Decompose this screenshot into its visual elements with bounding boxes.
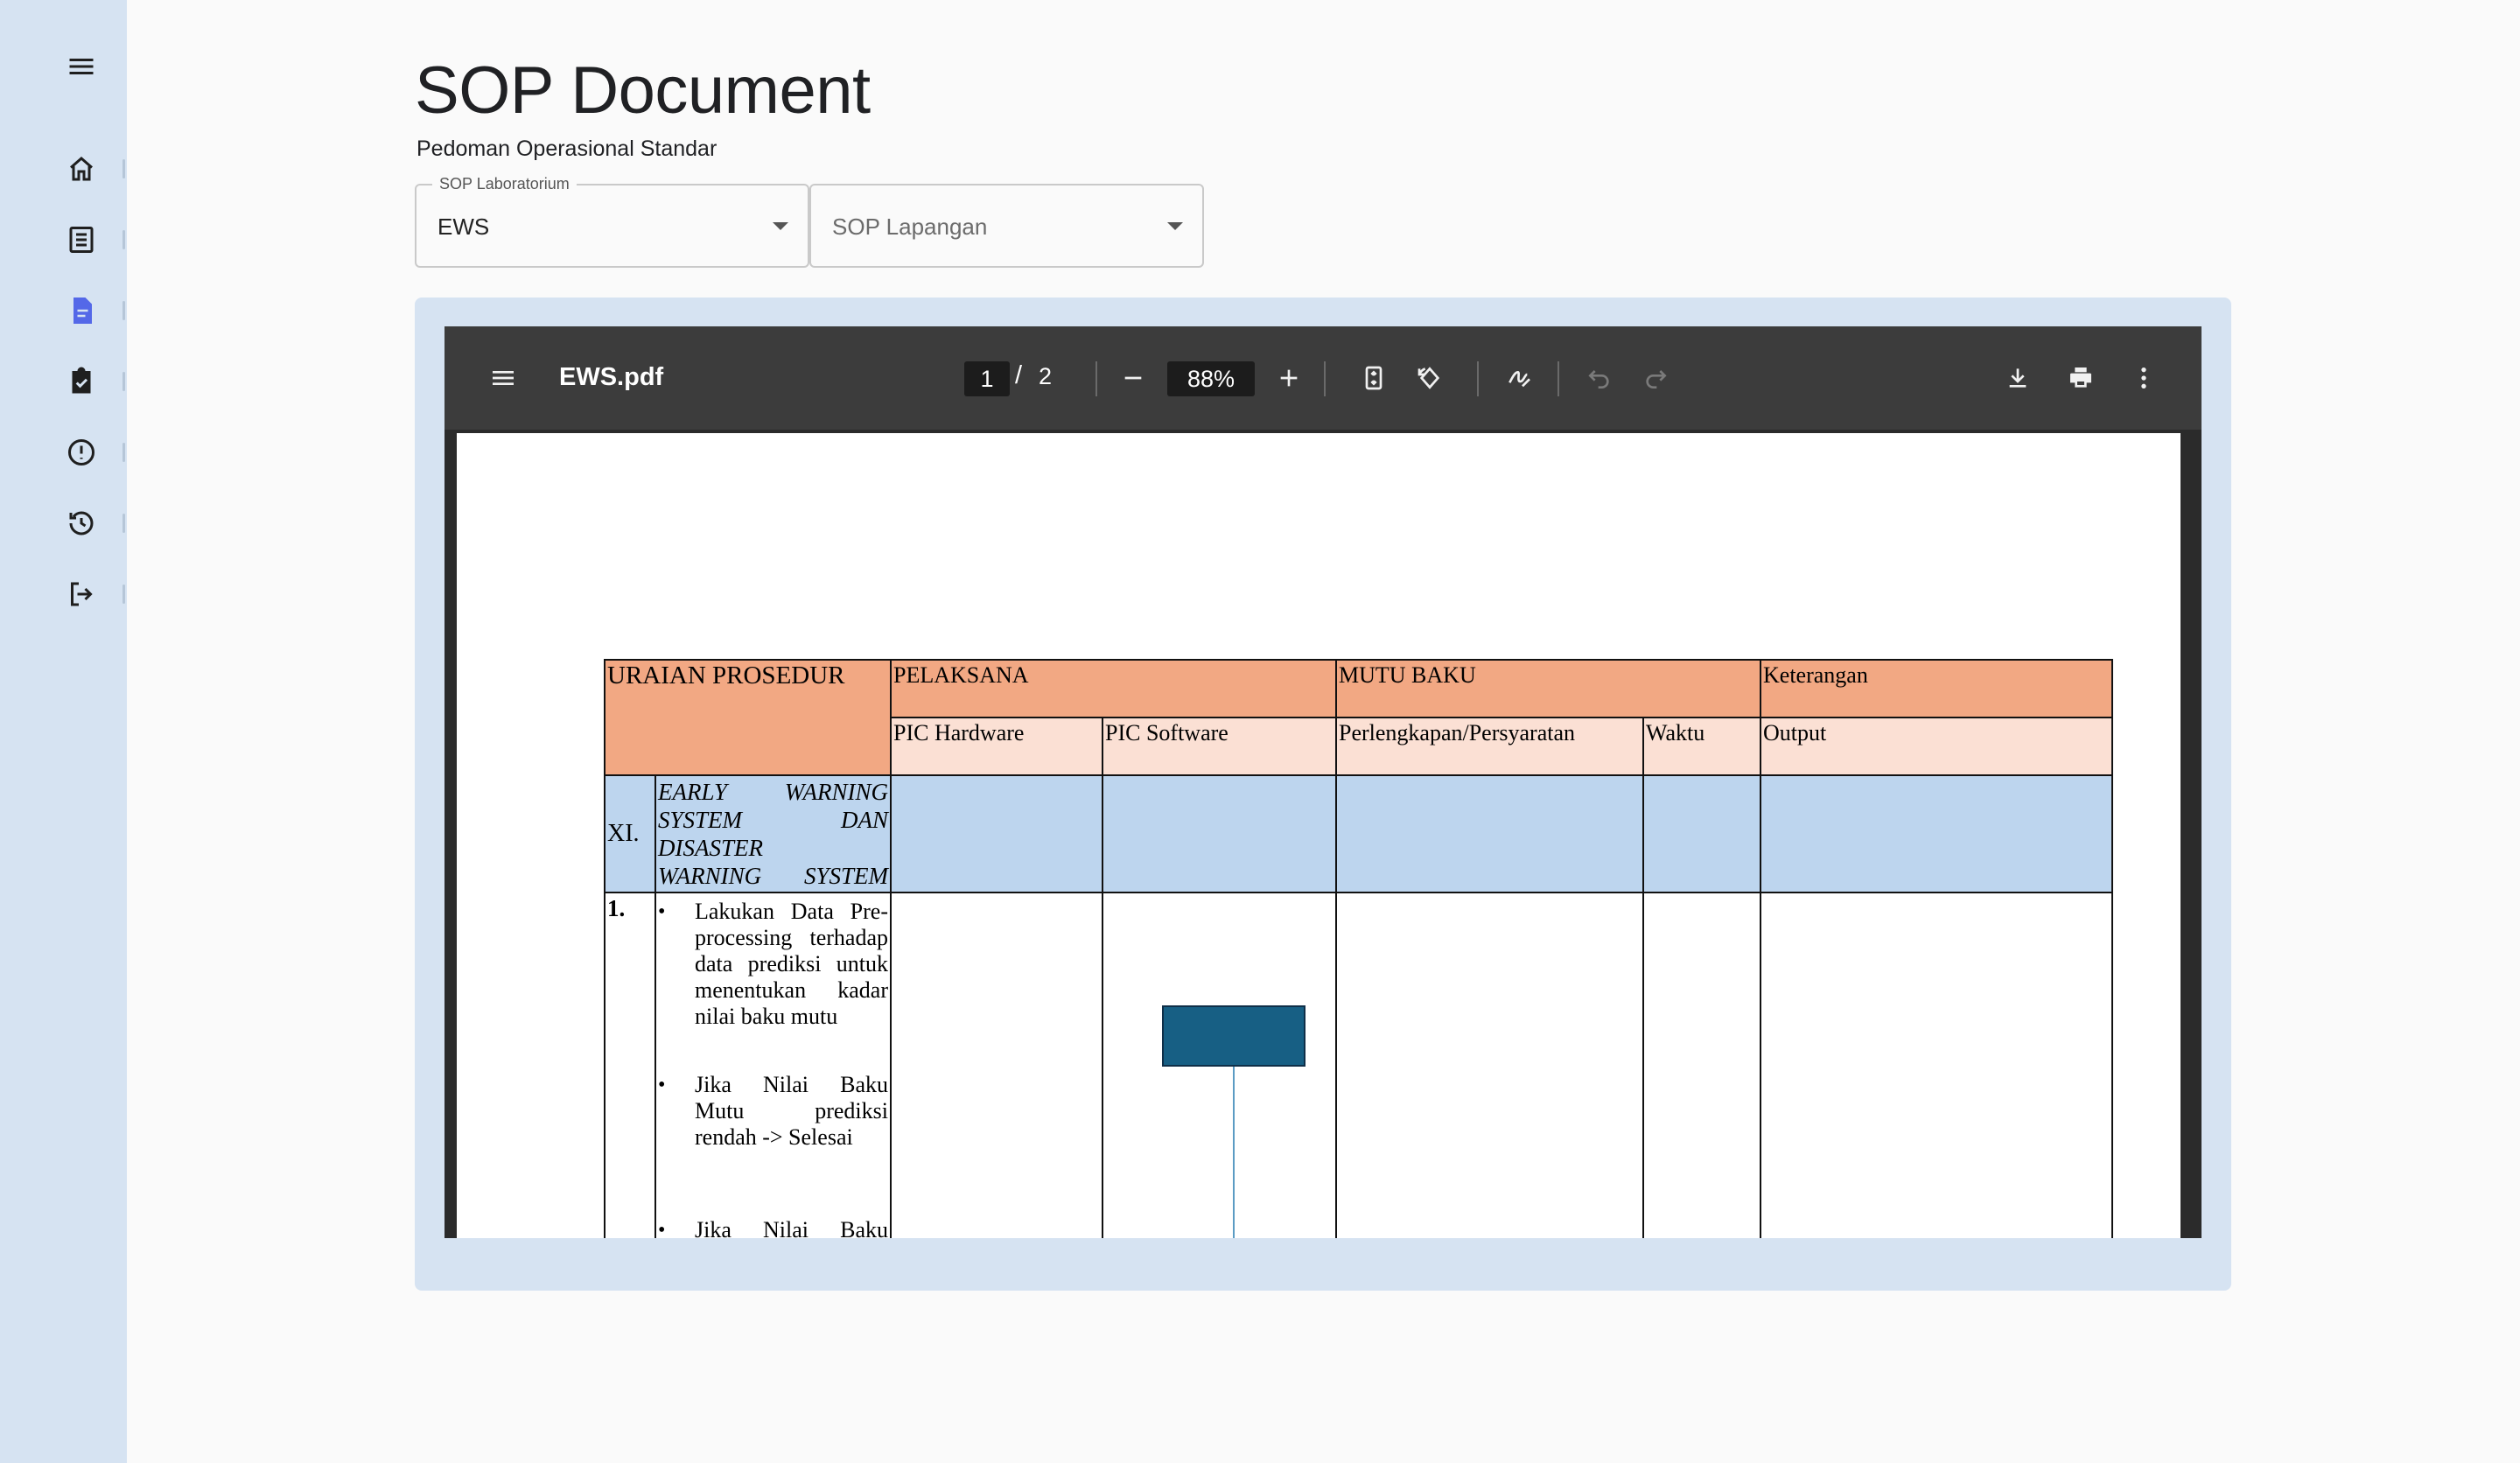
list-item: Jika Nilai Baku Mutu Sedang - Tinggi -> … [658,1217,888,1238]
zoom-level[interactable]: 88% [1167,361,1255,396]
header-output: Output [1760,717,2113,776]
more-options-icon[interactable] [2122,356,2166,400]
sop-laboratorium-value: EWS [438,214,490,240]
table-row: 1. Lakukan Data Pre-processing terhadap … [604,892,2113,1238]
flowchart-connector [1233,1067,1235,1238]
header-keterangan: Keterangan [1760,659,2113,718]
undo-icon[interactable] [1578,356,1621,400]
clipboard-check-icon[interactable] [51,351,112,412]
toolbar-divider [1096,361,1097,396]
outline-menu-icon[interactable] [481,356,525,400]
menu-icon[interactable] [51,36,112,97]
document-icon[interactable] [51,280,112,341]
alert-icon[interactable] [51,422,112,483]
section-title-line: EARLY WARNING [658,779,888,805]
pdf-viewer: EWS.pdf 1 / 2 88% URAIAN PROSEDUR PELAKS… [444,326,2202,1238]
section-title-line: WARNING SYSTEM [658,863,888,889]
header-pelaksana: PELAKSANA [890,659,1337,718]
sidebar-divider [122,514,125,533]
page-total: 2 [1039,363,1053,389]
list-item: Lakukan Data Pre-processing terhadap dat… [658,899,888,1030]
page-subtitle: Pedoman Operasional Standar [416,136,718,161]
sop-lapangan-select[interactable]: SOP Lapangan [809,184,1204,268]
pdf-toolbar: EWS.pdf 1 / 2 88% [444,326,2202,430]
annotate-icon[interactable] [1497,356,1541,400]
logout-icon[interactable] [51,564,112,625]
table-header-row: URAIAN PROSEDUR PELAKSANA MUTU BAKU Kete… [604,659,2113,776]
sidebar-divider [122,584,125,604]
flowchart-process-box [1162,1005,1306,1067]
fit-page-icon[interactable] [1352,356,1396,400]
pdf-file-name: EWS.pdf [559,363,664,391]
page-title: SOP Document [415,53,871,128]
home-icon[interactable] [51,138,112,200]
sidebar-divider [122,301,125,320]
section-number: XI. [604,774,656,893]
header-perlengkapan: Perlengkapan/Persyaratan [1335,717,1644,776]
sop-laboratorium-select[interactable]: SOP Laboratorium EWS [415,175,809,268]
section-row: XI. EARLY WARNING SYSTEM DAN DISASTER WA… [604,774,2113,893]
header-pic-hardware: PIC Hardware [890,717,1103,776]
header-pic-software: PIC Software [1102,717,1337,776]
sidebar-divider [122,230,125,249]
step-number: 1. [604,892,656,1238]
zoom-out-icon[interactable] [1111,356,1155,400]
toolbar-divider [1477,361,1479,396]
sop-lapangan-placeholder: SOP Lapangan [832,214,988,240]
redo-icon[interactable] [1634,356,1677,400]
sidebar-divider [122,159,125,178]
header-uraian-prosedur: URAIAN PROSEDUR [604,659,892,776]
sop-laboratorium-label: SOP Laboratorium [432,175,577,193]
section-title-line: SYSTEM DAN [658,807,888,833]
header-mutu-baku: MUTU BAKU [1335,659,1761,718]
download-icon[interactable] [1996,356,2040,400]
list-icon[interactable] [51,209,112,270]
list-item: Jika Nilai Baku Mutu prediksi rendah -> … [658,1072,888,1151]
header-waktu: Waktu [1642,717,1761,776]
history-icon[interactable] [51,493,112,554]
chevron-down-icon [1167,222,1183,230]
page-separator: / [1015,361,1023,389]
chevron-down-icon [773,222,788,230]
toolbar-divider [1558,361,1559,396]
page-number-input[interactable]: 1 [964,361,1010,396]
section-title-line: DISASTER [658,835,763,861]
rotate-icon[interactable] [1408,356,1452,400]
sidebar-divider [122,443,125,462]
toolbar-divider [1324,361,1326,396]
sidebar [0,0,127,1463]
zoom-in-icon[interactable] [1267,356,1311,400]
pdf-page: URAIAN PROSEDUR PELAKSANA MUTU BAKU Kete… [457,433,2180,1238]
sidebar-divider [122,372,125,391]
print-icon[interactable] [2059,356,2103,400]
step-description: Lakukan Data Pre-processing terhadap dat… [654,892,892,1238]
section-title: EARLY WARNING SYSTEM DAN DISASTER WARNIN… [654,774,892,893]
sop-table: URAIAN PROSEDUR PELAKSANA MUTU BAKU Kete… [604,659,2113,1238]
